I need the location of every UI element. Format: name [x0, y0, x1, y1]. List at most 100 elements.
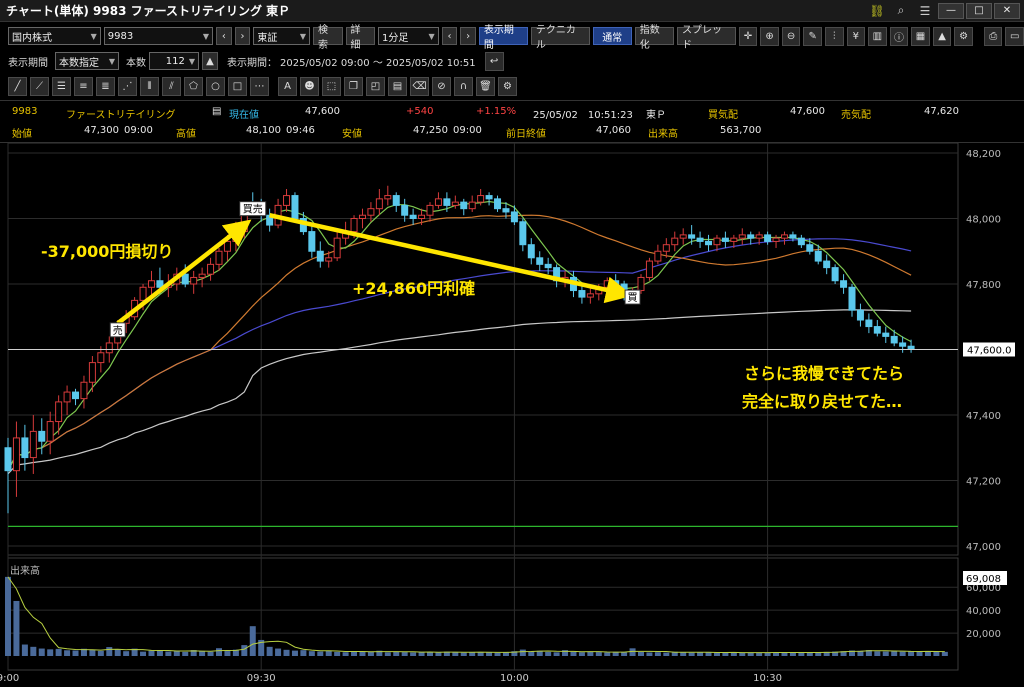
channel-tool-icon[interactable]: ≡ [74, 76, 93, 96]
period-button[interactable]: 表示期間 [478, 25, 528, 51]
search-button[interactable]: 検索 [313, 25, 343, 51]
interval-select[interactable]: 1分足 ▼ [378, 27, 439, 45]
vline-tool-icon[interactable]: ⦀ [140, 76, 159, 96]
volume-bar [494, 652, 501, 656]
volume-bar [891, 651, 898, 656]
candle-body [401, 204, 409, 216]
quote-market: 東Ｐ [646, 110, 666, 121]
count-input[interactable]: 112 ▼ [149, 52, 199, 70]
count-mode-select[interactable]: 本数指定 ▼ [55, 52, 119, 70]
candle-body [780, 234, 788, 239]
hline-tool-icon[interactable]: ☰ [52, 76, 71, 96]
price-chart[interactable]: 48,20048,00047,80047,60047,40047,20047,0… [0, 143, 1024, 687]
window-titlebar: チャート(単体) 9983 ファーストリテイリング 東Ｐ ⛓ ⌕ ☰ — □ ✕ [0, 0, 1024, 22]
ray-tool-icon[interactable]: ⟋ [30, 76, 49, 96]
candle-body [747, 234, 755, 239]
crosshair-icon[interactable]: ✛ [738, 26, 758, 46]
candle-body [873, 326, 881, 334]
print-icon[interactable]: ⎙ [983, 26, 1003, 46]
text-tool-icon[interactable]: A [278, 76, 297, 96]
circle-tool-icon[interactable]: ○ [206, 76, 225, 96]
technical-button[interactable]: テクニカル [530, 25, 590, 51]
minimize-button[interactable]: — [938, 2, 964, 19]
candle-body [477, 195, 485, 203]
line-tool-icon[interactable]: ╱ [8, 76, 27, 96]
compare-icon[interactable]: ▦ [911, 26, 930, 46]
erase-all-tool-icon[interactable]: ⊘ [432, 76, 451, 96]
profit-annotation: +24,860円利確 [352, 279, 476, 298]
layers-tool-icon[interactable]: ◰ [366, 76, 385, 96]
delete-tool-icon[interactable]: 🗑 [476, 76, 495, 96]
refresh-icon[interactable]: ↩ [484, 51, 504, 71]
volume-bar [249, 626, 256, 656]
select-tool-icon[interactable]: ⬚ [322, 76, 341, 96]
close-button[interactable]: ✕ [994, 2, 1020, 19]
search-icon[interactable]: ⌕ [890, 3, 912, 18]
detail-button[interactable]: 詳細 [345, 25, 376, 51]
magnet-tool-icon[interactable]: ∩ [454, 76, 473, 96]
area-chart-icon[interactable]: ▲ [932, 26, 952, 46]
window-icon[interactable]: ▭ [1005, 26, 1024, 46]
candle-body [510, 211, 518, 223]
volume-bar [452, 652, 459, 656]
candle-body [367, 208, 375, 216]
next-interval-button[interactable]: › [460, 27, 476, 45]
pen-icon[interactable]: ✎ [803, 26, 822, 46]
draw-settings-icon[interactable]: ⚙ [498, 76, 517, 96]
volume-bar [291, 650, 298, 656]
bar-chart-icon[interactable]: ▥ [868, 26, 887, 46]
volume-bar [654, 652, 661, 656]
candle-body [721, 237, 729, 242]
pitchfork-tool-icon[interactable]: ⫽ [162, 76, 181, 96]
fib-tool-icon[interactable]: ≣ [96, 76, 115, 96]
chevron-down-icon: ▼ [108, 56, 115, 66]
count-up-button[interactable]: ▲ [202, 52, 218, 70]
chevron-down-icon: ▼ [299, 31, 307, 41]
candle-body [772, 237, 780, 242]
menu-icon[interactable]: ☰ [914, 4, 936, 18]
candle-chart-icon[interactable]: ⫶ [824, 26, 844, 46]
candle-body [637, 276, 645, 292]
volume-bar [216, 648, 222, 656]
zoom-in-icon[interactable]: ⊕ [760, 26, 779, 46]
normal-button[interactable]: 通常 [592, 27, 632, 45]
prev-symbol-button[interactable]: ‹ [216, 27, 232, 45]
candle-body [468, 201, 476, 210]
link-icon[interactable]: ⛓ [866, 4, 888, 18]
loss-annotation: -37,000円損切り [41, 242, 174, 261]
grid-tool-icon[interactable]: ▤ [388, 76, 407, 96]
candle-body [409, 214, 417, 219]
eraser-tool-icon[interactable]: ⌫ [410, 76, 429, 96]
rect-tool-icon[interactable]: □ [228, 76, 247, 96]
note-line-1: さらに我慢できてたら [744, 364, 905, 383]
market-select[interactable]: 国内株式 ▼ [8, 27, 101, 45]
yen-icon[interactable]: ¥ [846, 26, 866, 46]
prev-interval-button[interactable]: ‹ [441, 27, 458, 45]
code-input[interactable]: 9983 ▼ [103, 27, 214, 45]
open-time: 09:00 [124, 125, 153, 136]
candle-body [460, 201, 468, 210]
more-tools-icon[interactable]: ⋯ [250, 76, 269, 96]
memo-icon[interactable]: ▤ [212, 106, 221, 117]
zoom-out-icon[interactable]: ⊖ [781, 26, 801, 46]
volume-bar [545, 651, 552, 656]
volume-bar [874, 651, 881, 656]
exchange-select[interactable]: 東証 ▼ [253, 27, 311, 45]
volume-bar [72, 650, 79, 656]
polygon-tool-icon[interactable]: ⬠ [184, 76, 203, 96]
spread-button[interactable]: スプレッド [677, 25, 736, 51]
fan-tool-icon[interactable]: ⋰ [118, 76, 137, 96]
volume-bar [460, 652, 467, 656]
maximize-button[interactable]: □ [966, 2, 992, 19]
candle-body [890, 335, 898, 344]
settings-icon[interactable]: ⚙ [954, 26, 973, 46]
icon-tool-icon[interactable]: ☻ [300, 76, 319, 96]
next-symbol-button[interactable]: › [234, 27, 251, 45]
low-value: 47,250 [413, 125, 448, 136]
volume-bar [156, 650, 163, 656]
copy-tool-icon[interactable]: ❐ [344, 76, 363, 96]
candle-body [325, 257, 333, 262]
index-button[interactable]: 指数化 [634, 25, 675, 51]
quote-datetime: 25/05/02 10:51:23 [533, 110, 633, 121]
info-icon[interactable]: ⓘ [889, 26, 909, 46]
